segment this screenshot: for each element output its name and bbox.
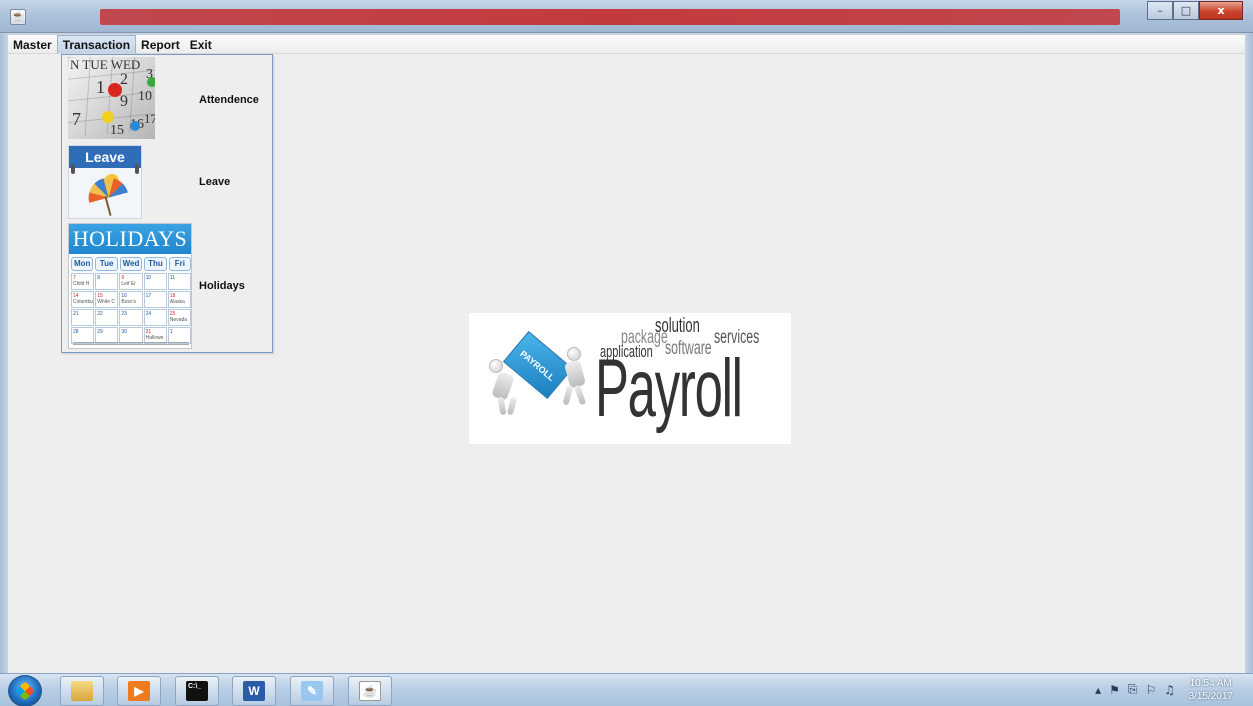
holidays-image-title: HOLIDAYS bbox=[69, 224, 191, 254]
holidays-label: Holidays bbox=[199, 280, 245, 292]
taskbar: ▶ C:\_ W ✎ ☕ ▴ ⚑ ⎘ ⚐ ♫ 10:54 AM 3/15/2017 bbox=[0, 673, 1253, 706]
java-icon: ☕ bbox=[359, 681, 381, 701]
holiday-cell: 11 bbox=[167, 273, 191, 290]
volume-icon[interactable]: ♫ bbox=[1164, 683, 1175, 697]
leave-label: Leave bbox=[199, 176, 231, 188]
menu-exit[interactable]: Exit bbox=[185, 35, 217, 53]
window-title bbox=[100, 9, 1120, 25]
taskbar-clock[interactable]: 10:54 AM 3/15/2017 bbox=[1189, 677, 1234, 703]
holiday-cell: 23 bbox=[119, 309, 143, 326]
holiday-cell: 21 bbox=[71, 309, 95, 326]
holidays-calendar-icon: HOLIDAYS Mon Tue Wed Thu Fri 7 Child H89L… bbox=[68, 223, 192, 349]
menu-transaction[interactable]: Transaction bbox=[56, 35, 137, 53]
holiday-cell: 25 Nevada bbox=[167, 309, 191, 326]
explorer-icon bbox=[71, 681, 93, 701]
red-pin-icon bbox=[108, 83, 122, 97]
window-titlebar[interactable]: ☕ – □ x bbox=[0, 0, 1253, 33]
holiday-cell: 16 Boss's bbox=[119, 291, 143, 308]
menu-bar: Master Transaction Report Exit bbox=[8, 35, 1245, 54]
taskbar-command-prompt-button[interactable]: C:\_ bbox=[175, 676, 219, 706]
payroll-logo: solution package services application so… bbox=[469, 313, 791, 444]
media-player-icon: ▶ bbox=[128, 681, 150, 701]
command-prompt-icon: C:\_ bbox=[186, 681, 208, 701]
payroll-box-icon: PAYROLL bbox=[502, 331, 574, 399]
menu-item-attendence[interactable]: N TUE WED 1 2 3 9 10 7 15 16 17 Attenden… bbox=[62, 55, 272, 141]
holiday-cell: 18 Alaska bbox=[167, 291, 191, 308]
taskbar-word-button[interactable]: W bbox=[232, 676, 276, 706]
holiday-cell: 8 bbox=[95, 273, 119, 290]
taskbar-paint-button[interactable]: ✎ bbox=[290, 676, 334, 706]
calendar-pins-icon: N TUE WED 1 2 3 9 10 7 15 16 17 bbox=[68, 57, 155, 139]
minimize-button[interactable]: – bbox=[1147, 1, 1173, 20]
java-app-icon[interactable]: ☕ bbox=[10, 9, 26, 25]
holiday-cell: 9 Leif Er bbox=[119, 273, 143, 290]
close-button[interactable]: x bbox=[1199, 1, 1243, 20]
yellow-pin-icon bbox=[102, 111, 114, 123]
person-left-head-icon bbox=[489, 359, 503, 373]
word-icon: W bbox=[243, 681, 265, 701]
clock-time: 10:54 AM bbox=[1189, 678, 1232, 689]
holiday-cell: 15 White C bbox=[95, 291, 119, 308]
transaction-dropdown-menu: N TUE WED 1 2 3 9 10 7 15 16 17 Attenden… bbox=[61, 54, 273, 353]
menu-item-leave[interactable]: Leave Leave bbox=[62, 143, 272, 221]
main-content: N TUE WED 1 2 3 9 10 7 15 16 17 Attenden… bbox=[8, 54, 1245, 673]
window-controls: – □ x bbox=[1147, 1, 1243, 20]
action-center-icon[interactable]: ⚑ bbox=[1109, 683, 1120, 697]
leave-umbrella-icon: Leave bbox=[68, 145, 142, 219]
window-border-right bbox=[1245, 33, 1253, 673]
holiday-cell: 17 bbox=[143, 291, 167, 308]
taskbar-explorer-button[interactable] bbox=[60, 676, 104, 706]
holiday-cell: 24 bbox=[143, 309, 167, 326]
start-button[interactable] bbox=[8, 675, 42, 706]
menu-item-holidays[interactable]: HOLIDAYS Mon Tue Wed Thu Fri 7 Child H89L… bbox=[62, 223, 272, 351]
taskbar-media-player-button[interactable]: ▶ bbox=[117, 676, 161, 706]
system-tray: ▴ ⚑ ⎘ ⚐ ♫ bbox=[1095, 682, 1175, 697]
holiday-cell: 7 Child H bbox=[71, 273, 95, 290]
holiday-cell: 10 bbox=[143, 273, 167, 290]
attendence-label: Attendence bbox=[199, 94, 259, 106]
window-border-left bbox=[0, 33, 8, 673]
show-hidden-icons-icon[interactable]: ▴ bbox=[1095, 683, 1101, 697]
blue-pin-icon bbox=[130, 121, 140, 131]
paint-icon: ✎ bbox=[301, 681, 323, 701]
holiday-cell: 14 Columbu bbox=[71, 291, 95, 308]
device-icon[interactable]: ⎘ bbox=[1128, 682, 1138, 697]
menu-report[interactable]: Report bbox=[136, 35, 185, 53]
logo-word-payroll: Payroll bbox=[595, 343, 743, 434]
green-pin-icon bbox=[147, 77, 155, 87]
windows-logo-icon bbox=[15, 681, 35, 701]
taskbar-java-button[interactable]: ☕ bbox=[348, 676, 392, 706]
maximize-button[interactable]: □ bbox=[1173, 1, 1199, 20]
network-icon[interactable]: ⚐ bbox=[1145, 683, 1156, 697]
person-right-head-icon bbox=[567, 347, 581, 361]
clock-date: 3/15/2017 bbox=[1188, 691, 1234, 702]
holiday-cell: 22 bbox=[95, 309, 119, 326]
menu-master[interactable]: Master bbox=[8, 35, 57, 53]
leave-image-title: Leave bbox=[69, 146, 141, 168]
